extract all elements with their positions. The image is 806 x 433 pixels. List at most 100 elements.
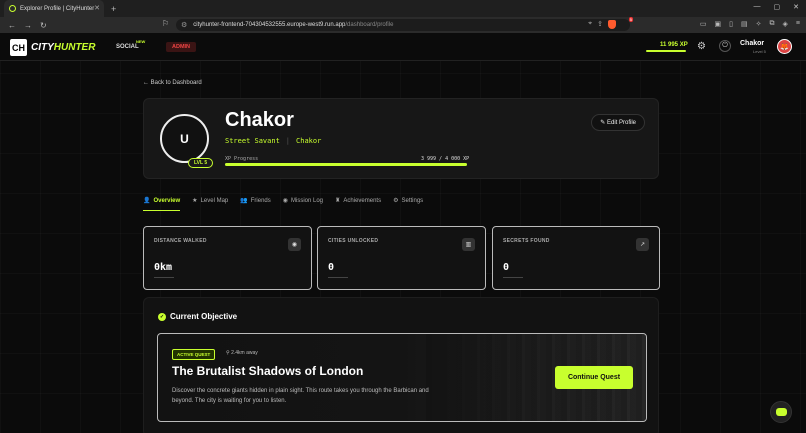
back-to-dashboard-link[interactable]: ← Back to Dashboard — [143, 80, 202, 86]
city-icon: ▥ — [462, 238, 475, 251]
logout-power-icon[interactable]: ⏻ — [719, 40, 731, 52]
active-quest-badge: ACTIVE QUEST — [172, 349, 216, 360]
profile-card: U LVL 5 Chakor Street Savant | Chakor XP P… — [143, 98, 659, 179]
gear-icon: ⚙ — [393, 198, 399, 204]
window-controls: — ▢ ✕ — [747, 0, 806, 14]
stat-label: CITIES UNLOCKED — [328, 238, 379, 244]
minimize-button[interactable]: — — [754, 3, 761, 11]
continue-quest-button[interactable]: Continue Quest — [555, 366, 633, 389]
trophy-icon: ♜ — [335, 198, 341, 204]
assistant-bot-button[interactable] — [770, 401, 792, 423]
share-icon[interactable]: ⇪ — [597, 20, 603, 29]
xp-progress-fill — [225, 163, 467, 166]
brave-shield-icon[interactable] — [608, 20, 616, 29]
quest-distance: ⚲ 2.4km away — [226, 350, 258, 356]
logo-city: CITY — [31, 42, 54, 53]
url-bar[interactable]: ⚙ cityhunter-frontend-704304532555.europ… — [176, 19, 630, 31]
new-tab-button[interactable]: + — [111, 4, 116, 14]
profile-avatar: U — [160, 114, 209, 163]
profile-subtitle: Street Savant | Chakor — [225, 137, 321, 145]
url-bar-icons: ⌖ ⇪ 5 — [588, 17, 633, 29]
user-avatar[interactable]: 🦊 — [777, 39, 792, 54]
screenshot-icon[interactable]: ▣ — [715, 20, 722, 28]
stat-card-secrets: SECRETS FOUND ↗ 0 — [492, 226, 660, 290]
user-name[interactable]: Chakor — [740, 40, 764, 47]
tab-label: Overview — [153, 198, 181, 204]
chat-icon[interactable]: ▭ — [700, 20, 707, 28]
stat-label: SECRETS FOUND — [503, 238, 550, 244]
bookmark-icon[interactable]: ⚐ — [162, 19, 169, 28]
xp-counter: 11 995 XP — [660, 42, 688, 48]
quest-description: Discover the concrete giants hidden in p… — [172, 388, 429, 404]
edit-profile-label: Edit Profile — [606, 120, 636, 126]
xp-mini-bar — [646, 50, 686, 52]
reload-icon[interactable]: ↻ — [40, 21, 47, 30]
profile-rank: Street Savant — [225, 137, 280, 145]
tab-mission-log[interactable]: ◉ Mission Log — [283, 195, 323, 211]
level-pill: LVL 5 — [188, 158, 214, 168]
top-nav: CH CITYHUNTER SOCIAL NEW ADMIN 11 995 XP… — [0, 33, 806, 61]
menu-icon[interactable]: ≡ — [796, 20, 800, 28]
stat-underline — [154, 277, 174, 278]
maximize-button[interactable]: ▢ — [774, 3, 781, 11]
tab-friends[interactable]: 👥 Friends — [240, 195, 271, 211]
wallet-icon[interactable]: ▤ — [741, 20, 748, 28]
profile-name: Chakor — [225, 109, 294, 131]
tab-achievements[interactable]: ♜ Achievements — [335, 195, 381, 211]
logo[interactable]: CH CITYHUNTER — [10, 39, 95, 56]
check-icon: ✓ — [158, 312, 166, 321]
profile-handle: Chakor — [296, 137, 322, 145]
settings-gear-icon[interactable]: ⚙ — [697, 41, 706, 52]
forward-arrow-icon[interactable]: → — [24, 21, 32, 30]
stat-value: 0 — [328, 262, 335, 273]
user-icon: 👤 — [143, 198, 151, 204]
stat-card-cities: CITIES UNLOCKED ▥ 0 — [317, 226, 486, 290]
site-info-icon[interactable]: ⚙ — [181, 21, 187, 29]
tab-title: Explorer Profile | CityHunter — [20, 5, 95, 12]
tab-label: Friends — [250, 198, 271, 204]
nav-admin-link[interactable]: ADMIN — [166, 42, 197, 52]
toolbar-icons: ▭ ▣ ▯ ▤ ✧ ⧉ ◈ ≡ — [700, 20, 800, 28]
tab-label: Achievements — [343, 198, 382, 204]
trend-up-icon: ↗ — [636, 238, 649, 251]
logo-text: CITYHUNTER — [31, 42, 95, 53]
stat-underline — [328, 277, 348, 278]
tab-settings[interactable]: ⚙ Settings — [393, 195, 423, 211]
url-path: /dashboard/profile — [345, 22, 394, 28]
sidebar-icon[interactable]: ▯ — [729, 20, 733, 28]
new-badge: NEW — [136, 39, 146, 44]
logo-hunter: HUNTER — [53, 42, 96, 53]
stat-value: 0km — [154, 262, 173, 273]
mission-icon: ◉ — [282, 198, 288, 204]
tab-label: Level Map — [200, 198, 229, 204]
star-icon: ★ — [192, 198, 198, 204]
stat-underline — [503, 277, 523, 278]
quest-name: The Brutalist Shadows of London — [172, 364, 364, 378]
robot-icon — [775, 408, 787, 416]
close-window-button[interactable]: ✕ — [793, 3, 799, 11]
extension-icon[interactable]: 5 — [621, 17, 633, 29]
friends-icon: 👥 — [240, 198, 248, 204]
back-arrow-icon[interactable]: ← — [8, 21, 16, 30]
xp-progress-bar — [225, 163, 467, 166]
edit-profile-button[interactable]: ✎ Edit Profile — [591, 114, 645, 131]
tab-level-map[interactable]: ★ Level Map — [192, 195, 228, 211]
profile-tabs: 👤 Overview ★ Level Map 👥 Friends ◉ Mission L… — [143, 195, 435, 211]
tab-overview[interactable]: 👤 Overview — [143, 195, 181, 211]
tab-close-icon[interactable]: ✕ — [94, 4, 100, 12]
tab-label: Mission Log — [291, 198, 324, 204]
quest-card: ACTIVE QUEST ⚲ 2.4km away The Brutalist … — [157, 333, 647, 422]
stat-label: DISTANCE WALKED — [154, 238, 207, 244]
app-page: CH CITYHUNTER SOCIAL NEW ADMIN 11 995 XP… — [0, 33, 806, 433]
nav-social-link[interactable]: SOCIAL — [116, 44, 139, 50]
puzzle-icon[interactable]: ⧉ — [770, 20, 775, 28]
user-level: Level 5 — [753, 49, 766, 54]
tab-favicon-icon — [9, 5, 16, 12]
objective-title: ✓ Current Objective — [158, 312, 237, 321]
location-icon[interactable]: ⌖ — [588, 20, 592, 29]
leo-icon[interactable]: ✧ — [756, 20, 762, 28]
browser-tab[interactable]: Explorer Profile | CityHunter ✕ — [4, 0, 104, 17]
vpn-icon[interactable]: ◈ — [783, 20, 788, 28]
tab-label: Settings — [401, 198, 424, 204]
compass-icon: ◉ — [288, 238, 301, 251]
